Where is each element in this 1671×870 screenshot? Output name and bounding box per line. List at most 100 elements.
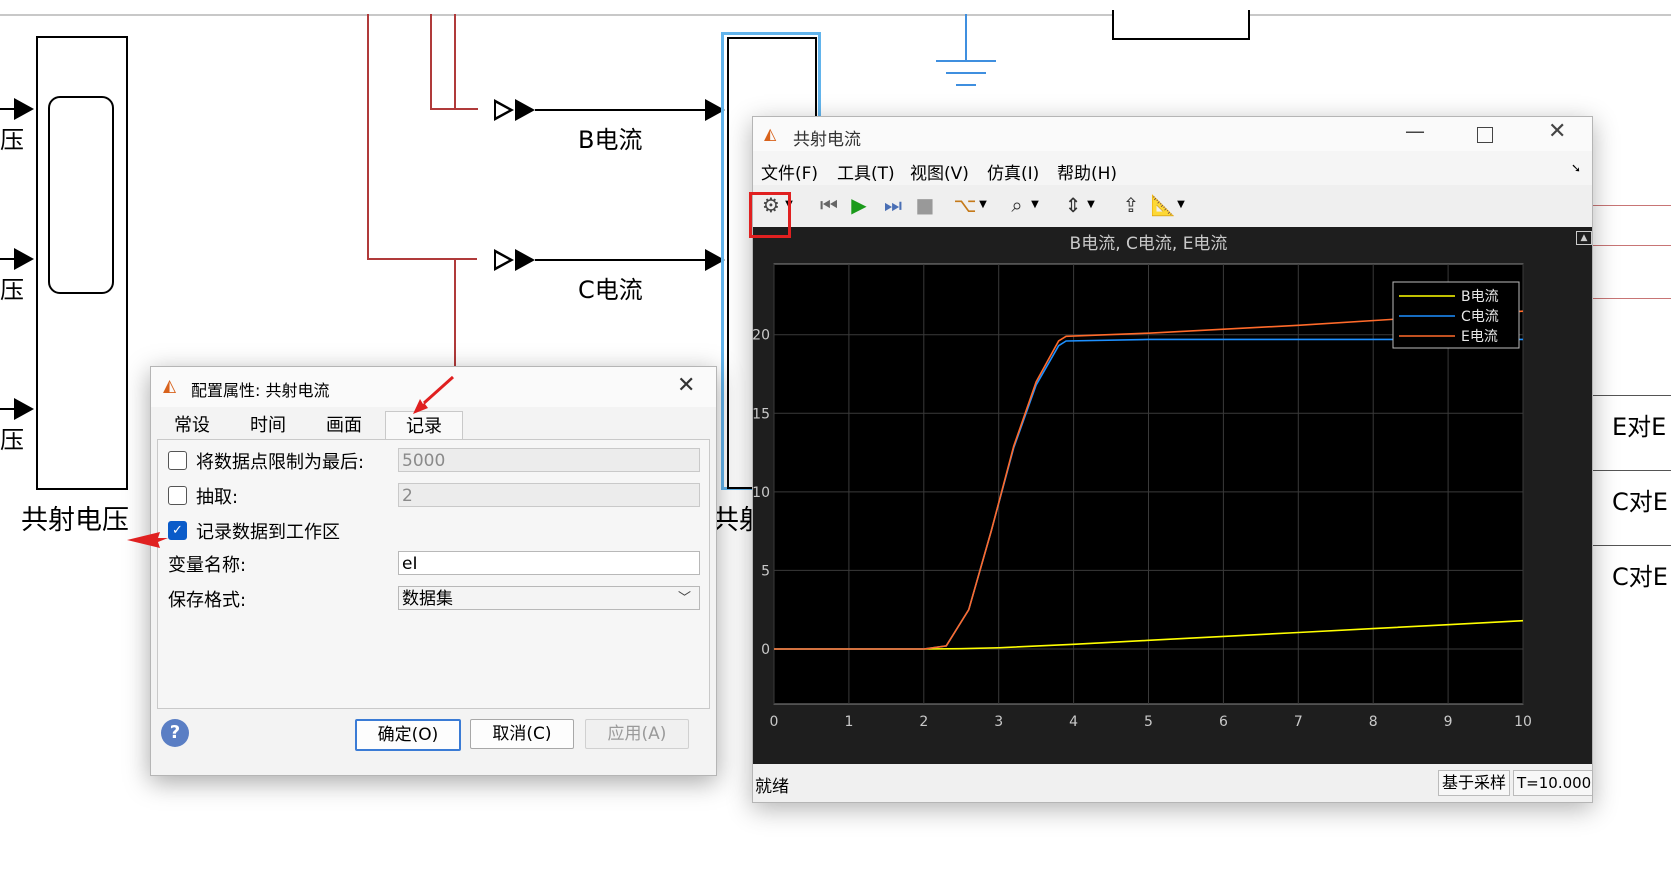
wire xyxy=(454,258,456,368)
fit-axes-icon[interactable]: ⇕ xyxy=(1059,192,1087,218)
scope-status-bar: 就绪 基于采样 T=10.000 xyxy=(753,764,1592,802)
menu-help[interactable]: 帮助(H) xyxy=(1057,159,1117,184)
undock-icon[interactable]: ➘ xyxy=(1571,161,1581,175)
x-tick-label: 9 xyxy=(1444,714,1453,730)
chevron-down-icon[interactable]: ▼ xyxy=(1085,192,1097,218)
port-label: 压 xyxy=(0,126,24,154)
scope-title-bar: ◭ 共射电流 — ✕ xyxy=(753,117,1592,151)
x-tick-label: 7 xyxy=(1294,714,1303,730)
x-tick-label: 6 xyxy=(1219,714,1228,730)
limit-points-input[interactable]: 5000 xyxy=(398,448,700,472)
signal-line-c xyxy=(535,259,705,261)
tab-time[interactable]: 时间 xyxy=(235,411,301,439)
wire xyxy=(367,258,477,260)
signal-label-c: C电流 xyxy=(578,276,643,304)
signal-arrow xyxy=(515,99,535,121)
right-label: C对E xyxy=(1612,563,1668,591)
chevron-down-icon[interactable]: ▼ xyxy=(977,192,989,218)
input-line xyxy=(0,258,14,260)
signal-label-b: B电流 xyxy=(578,126,643,154)
legend-label-0: B电流 xyxy=(1461,289,1499,305)
y-tick-label: 10 xyxy=(753,485,770,501)
y-tick-label: 15 xyxy=(753,406,770,422)
chevron-down-icon: ﹀ xyxy=(677,591,691,606)
right-block-border xyxy=(1592,545,1671,546)
signal-select-icon[interactable]: ⌥ xyxy=(951,192,979,218)
step-forward-icon[interactable]: ⏭ xyxy=(879,192,907,218)
ok-button[interactable]: 确定(O) xyxy=(355,719,461,751)
x-tick-label: 8 xyxy=(1369,714,1378,730)
tab-display[interactable]: 画面 xyxy=(311,411,377,439)
chevron-down-icon[interactable]: ▼ xyxy=(1175,192,1187,218)
decimation-label: 抽取: xyxy=(196,487,239,508)
from-tag-icon xyxy=(494,99,514,121)
x-tick-label: 10 xyxy=(1514,714,1532,730)
right-label: C对E xyxy=(1612,488,1668,516)
chevron-down-icon[interactable]: ▼ xyxy=(1029,192,1041,218)
apply-button[interactable]: 应用(A) xyxy=(585,719,689,749)
x-tick-label: 3 xyxy=(994,714,1003,730)
stop-icon[interactable]: ■ xyxy=(911,192,939,218)
y-tick-label: 0 xyxy=(761,642,770,658)
x-tick-label: 0 xyxy=(770,714,779,730)
limit-points-checkbox[interactable] xyxy=(168,451,187,470)
menu-view[interactable]: 视图(V) xyxy=(910,159,969,184)
ground-icon xyxy=(936,14,996,94)
wire xyxy=(454,14,456,110)
close-icon[interactable]: ✕ xyxy=(677,373,695,398)
port-label: 压 xyxy=(0,426,24,454)
log-to-workspace-checkbox[interactable]: ✓ xyxy=(168,521,187,540)
input-port-arrow xyxy=(14,248,34,270)
wire xyxy=(367,14,369,260)
limit-points-label: 将数据点限制为最后: xyxy=(196,452,365,473)
x-tick-label: 4 xyxy=(1069,714,1078,730)
log-to-workspace-label: 记录数据到工作区 xyxy=(196,522,340,543)
help-icon[interactable]: ? xyxy=(161,719,189,747)
minimize-icon[interactable]: — xyxy=(1405,119,1425,143)
scope-chart: B电流, C电流, E电流 0 1 2 3 4 5 6 7 8 9 10 0 5 10 15 20 B电流 C电流 E… xyxy=(753,234,1532,730)
status-text: 就绪 xyxy=(755,777,789,797)
scope-menubar: 文件(F) 工具(T) 视图(V) 仿真(I) 帮助(H) ➘ xyxy=(753,151,1592,185)
highlight-box xyxy=(749,192,791,238)
wire xyxy=(1591,205,1671,206)
wire xyxy=(1591,298,1671,299)
save-format-label: 保存格式: xyxy=(168,590,247,611)
menu-file[interactable]: 文件(F) xyxy=(761,159,818,184)
decimation-input[interactable]: 2 xyxy=(398,483,700,507)
zoom-icon[interactable]: ⌕ xyxy=(1003,192,1031,218)
tab-logging[interactable]: 记录 xyxy=(385,411,463,440)
maximize-icon[interactable] xyxy=(1477,127,1493,143)
subsystem-block[interactable] xyxy=(1112,10,1250,40)
matlab-logo-icon: ◭ xyxy=(764,124,777,143)
measure-icon[interactable]: 📐 xyxy=(1149,192,1177,218)
input-line xyxy=(0,408,14,410)
config-dialog: ◭ 配置属性: 共射电流 ✕ 常设 时间 画面 记录 将数据点限制为最后: 50… xyxy=(150,366,717,776)
signal-line-b xyxy=(535,109,705,111)
decimation-checkbox[interactable] xyxy=(168,486,187,505)
plot-area[interactable]: ▲ B电流, C电流, E电流 0 1 2 3 4 5 6 7 8 9 10 0 5 10 15 20 B电流 C电… xyxy=(753,227,1592,764)
right-block-border xyxy=(1592,470,1671,471)
menu-simulation[interactable]: 仿真(I) xyxy=(987,159,1039,184)
variable-name-input[interactable]: eI xyxy=(398,551,700,575)
x-tick-label: 2 xyxy=(919,714,928,730)
dialog-title-bar: ◭ 配置属性: 共射电流 ✕ xyxy=(151,367,716,407)
input-port-arrow xyxy=(14,398,34,420)
x-tick-label: 5 xyxy=(1144,714,1153,730)
save-format-select[interactable]: 数据集 ﹀ xyxy=(398,586,700,610)
legend-label-2: E电流 xyxy=(1461,329,1498,345)
input-port-arrow xyxy=(14,98,34,120)
status-time: T=10.000 xyxy=(1513,770,1592,796)
port-label: 压 xyxy=(0,276,24,304)
step-back-icon[interactable]: ⏮ xyxy=(815,192,843,218)
tab-general[interactable]: 常设 xyxy=(159,411,225,439)
close-icon[interactable]: ✕ xyxy=(1548,119,1566,144)
cancel-button[interactable]: 取消(C) xyxy=(470,719,574,749)
trigger-icon[interactable]: ⇪ xyxy=(1117,192,1145,218)
wire xyxy=(430,14,432,110)
legend-label-1: C电流 xyxy=(1461,309,1499,325)
y-tick-label: 20 xyxy=(753,328,770,344)
menu-tools[interactable]: 工具(T) xyxy=(837,159,895,184)
run-icon[interactable]: ▶ xyxy=(845,192,873,218)
variable-name-label: 变量名称: xyxy=(168,555,247,576)
canvas-top-border xyxy=(0,0,1671,16)
